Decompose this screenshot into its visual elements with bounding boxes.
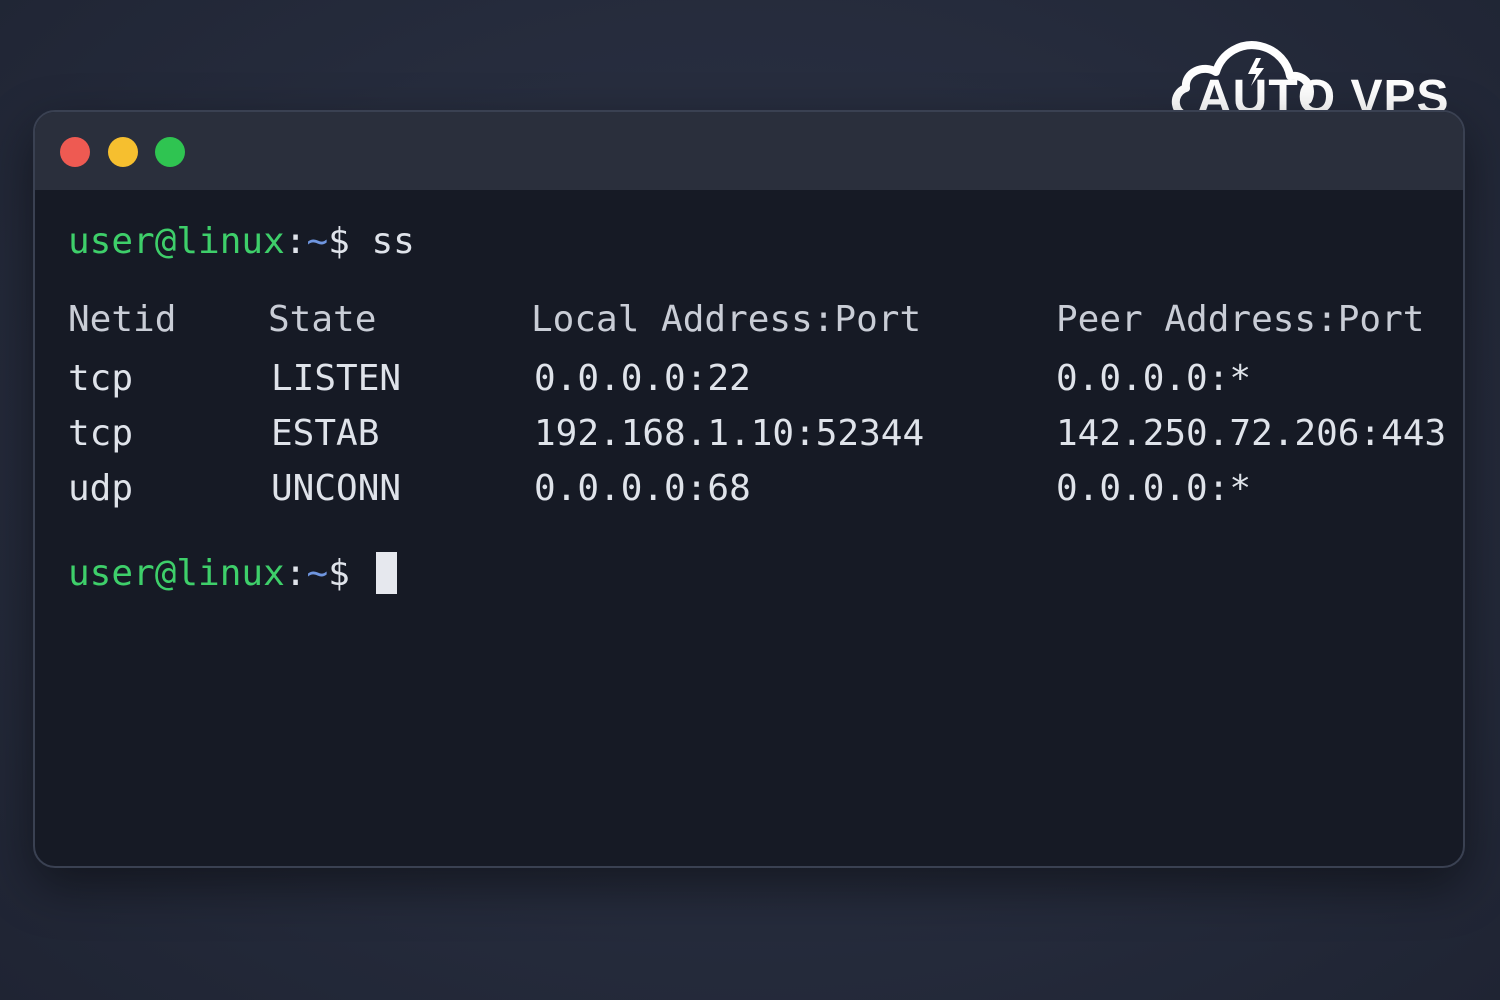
header-peer-address: Peer Address:Port [1056, 299, 1425, 340]
header-netid: Netid [68, 299, 177, 340]
prompt-colon: : [284, 553, 307, 594]
command-text: ss [371, 221, 415, 262]
terminal-window: user@linux:~$ ss Netid State Local Addre… [33, 110, 1465, 868]
prompt-path: ~ [306, 221, 329, 262]
cell-peer-address: 142.250.72.206:443 [1056, 413, 1447, 454]
prompt-user-host: user@linux [68, 553, 285, 594]
prompt-user-host: user@linux [68, 221, 285, 262]
cell-state: LISTEN [271, 358, 402, 399]
terminal-content[interactable]: user@linux:~$ ss Netid State Local Addre… [35, 190, 1463, 866]
cell-netid: tcp [68, 358, 134, 399]
prompt-path: ~ [306, 553, 329, 594]
active-prompt-line[interactable]: user@linux:~$ [68, 552, 397, 596]
command-line: user@linux:~$ ss [68, 220, 415, 264]
zoom-button[interactable] [155, 137, 185, 167]
cell-local-address: 192.168.1.10:52344 [534, 413, 925, 454]
prompt-colon: : [284, 221, 307, 262]
cell-netid: udp [68, 468, 134, 509]
header-state: State [268, 299, 377, 340]
cell-netid: tcp [68, 413, 134, 454]
header-local-address: Local Address:Port [531, 299, 922, 340]
cell-local-address: 0.0.0.0:22 [534, 358, 751, 399]
prompt-symbol: $ [328, 221, 350, 262]
cell-peer-address: 0.0.0.0:* [1056, 468, 1252, 509]
cell-state: ESTAB [271, 413, 380, 454]
text-cursor [375, 552, 397, 594]
prompt-symbol: $ [328, 553, 350, 594]
minimize-button[interactable] [108, 137, 138, 167]
cell-peer-address: 0.0.0.0:* [1056, 358, 1252, 399]
cell-local-address: 0.0.0.0:68 [534, 468, 751, 509]
cell-state: UNCONN [271, 468, 402, 509]
close-button[interactable] [60, 137, 90, 167]
title-bar [35, 112, 1463, 190]
